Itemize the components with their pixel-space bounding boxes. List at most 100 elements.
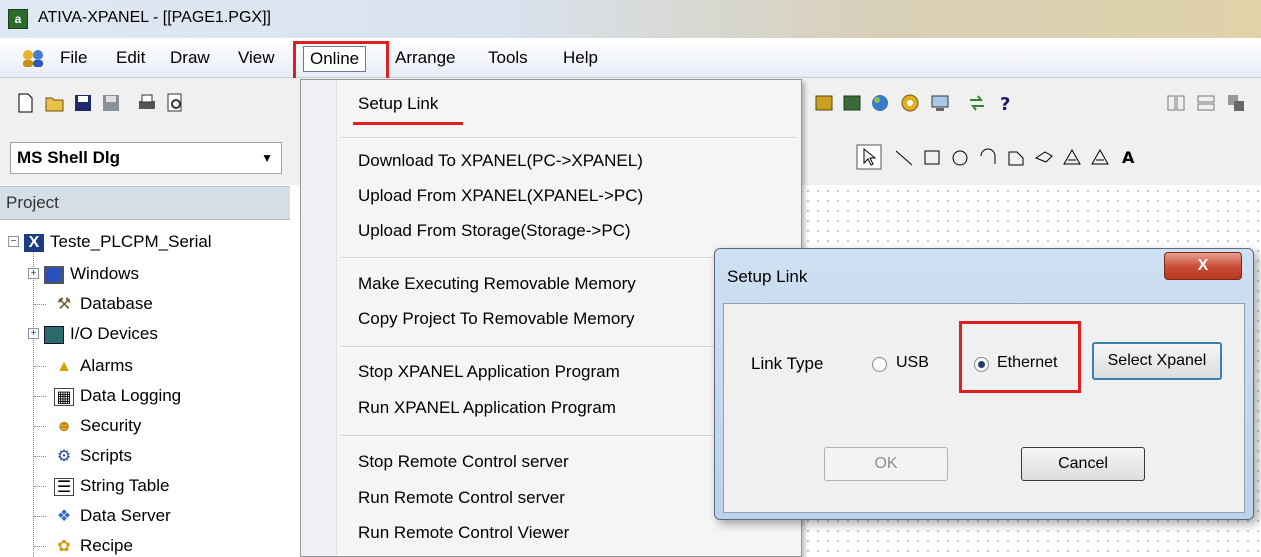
tree-item-string-table[interactable]: ☰ String Table	[54, 472, 169, 500]
select-xpanel-button[interactable]: Select Xpanel	[1092, 342, 1222, 380]
polygon-tool-icon[interactable]	[1005, 146, 1027, 168]
tree-item-label: Data Logging	[80, 386, 182, 405]
collapse-root-icon[interactable]: −	[8, 236, 19, 247]
tree-item-label: Alarms	[80, 356, 133, 375]
close-icon[interactable]: X	[1164, 252, 1242, 280]
open-folder-icon[interactable]	[44, 92, 66, 114]
usb-radio-label[interactable]: USB	[896, 354, 929, 372]
menu-online[interactable]: Online	[303, 46, 367, 72]
tree-item-label: Data Server	[80, 506, 171, 525]
font-name-select[interactable]: MS Shell Dlg ▼	[10, 142, 282, 174]
expand-io-devices-icon[interactable]: +	[28, 328, 39, 339]
string-table-icon: ☰	[54, 477, 74, 496]
chevron-down-icon[interactable]: ▼	[261, 143, 273, 173]
data-logging-icon: ▦	[54, 387, 74, 406]
menu-draw[interactable]: Draw	[164, 46, 216, 72]
menu-arrange[interactable]: Arrange	[389, 46, 461, 72]
io-device-icon	[44, 325, 64, 344]
setup-link-underline	[353, 122, 463, 125]
menu-item-upload-xpanel[interactable]: Upload From XPANEL(XPANEL->PC)	[358, 186, 643, 206]
ethernet-radio-label[interactable]: Ethernet	[997, 354, 1057, 372]
align-icon[interactable]	[1165, 92, 1187, 114]
arc-tool-icon[interactable]	[977, 146, 999, 168]
menu-item-run-app[interactable]: Run XPANEL Application Program	[358, 398, 616, 418]
tag-icon[interactable]	[813, 92, 835, 114]
ok-button[interactable]: OK	[824, 447, 948, 481]
user-icon: ☻	[55, 417, 73, 435]
tree-item-label: String Table	[80, 476, 170, 495]
menu-item-make-removable[interactable]: Make Executing Removable Memory	[358, 274, 636, 294]
app-icon: a	[8, 9, 28, 29]
window-title: ATIVA-XPANEL - [[PAGE1.PGX]]	[38, 9, 271, 26]
tree-item-label: Scripts	[80, 446, 132, 465]
menu-item-copy-removable[interactable]: Copy Project To Removable Memory	[358, 309, 635, 329]
tree-item-label: Database	[80, 294, 153, 313]
settings-icon[interactable]	[899, 92, 921, 114]
menu-view[interactable]: View	[232, 46, 281, 72]
tree-item-security[interactable]: ☻ Security	[54, 412, 142, 440]
monitor-icon[interactable]	[929, 92, 951, 114]
tree-item-data-server[interactable]: ❖ Data Server	[54, 502, 171, 530]
tree-item-database[interactable]: ⚒ Database	[54, 290, 153, 318]
menu-item-stop-remote-server[interactable]: Stop Remote Control server	[358, 452, 569, 472]
menu-item-upload-storage[interactable]: Upload From Storage(Storage->PC)	[358, 221, 631, 241]
project-tree[interactable]: − X Teste_PLCPM_Serial + Windows ⚒ Databas…	[0, 220, 300, 557]
help-icon[interactable]: ?	[994, 92, 1016, 114]
transfer-icon[interactable]	[966, 92, 988, 114]
users-icon[interactable]	[20, 48, 46, 68]
tree-root[interactable]: X Teste_PLCPM_Serial	[24, 228, 212, 256]
svg-text:A: A	[1122, 148, 1135, 167]
expand-windows-icon[interactable]: +	[28, 268, 39, 279]
recipe-icon: ✿	[57, 537, 71, 555]
save-icon[interactable]	[72, 92, 94, 114]
tree-item-label: Security	[80, 416, 142, 435]
polyline-tool-icon[interactable]	[1033, 146, 1055, 168]
ethernet-radio[interactable]	[974, 357, 989, 372]
menu-item-setup-link[interactable]: Setup Link	[358, 94, 438, 114]
line-tool-icon[interactable]	[893, 146, 915, 168]
dialog-body: Link Type USB Ethernet Select Xpanel OK …	[723, 303, 1245, 513]
book-icon[interactable]	[841, 92, 863, 114]
tree-root-label: Teste_PLCPM_Serial	[50, 232, 212, 251]
print-icon[interactable]	[136, 92, 158, 114]
save-all-icon[interactable]	[100, 92, 122, 114]
tree-item-data-logging[interactable]: ▦ Data Logging	[54, 382, 181, 410]
tree-item-recipe[interactable]: ✿ Recipe	[54, 532, 133, 557]
cancel-button[interactable]: Cancel	[1021, 447, 1145, 481]
select-pointer-icon[interactable]	[856, 144, 882, 170]
tree-item-alarms[interactable]: ▲ Alarms	[54, 352, 133, 380]
setup-link-dialog: Setup Link X Link Type USB Ethernet Sele…	[714, 248, 1254, 520]
font-name-value: MS Shell Dlg	[17, 148, 120, 167]
menu-tools[interactable]: Tools	[482, 46, 534, 72]
menu-item-run-remote-server[interactable]: Run Remote Control server	[358, 488, 565, 508]
title-bar: a ATIVA-XPANEL - [[PAGE1.PGX]]	[0, 0, 1261, 38]
menu-item-download[interactable]: Download To XPANEL(PC->XPANEL)	[358, 151, 643, 171]
group-icon[interactable]	[1225, 92, 1247, 114]
symbol-tool-icon[interactable]	[1089, 146, 1111, 168]
tree-item-io-devices[interactable]: I/O Devices	[44, 320, 158, 348]
new-file-icon[interactable]	[14, 92, 36, 114]
usb-radio[interactable]	[872, 357, 887, 372]
dialog-title: Setup Link	[727, 267, 808, 286]
distribute-icon[interactable]	[1195, 92, 1217, 114]
text-tool-icon[interactable]: A	[1117, 146, 1139, 168]
scripts-icon: ⚙	[56, 447, 72, 465]
tree-item-label: I/O Devices	[70, 324, 158, 343]
ellipse-tool-icon[interactable]	[949, 146, 971, 168]
data-server-icon: ❖	[56, 507, 72, 525]
tree-item-label: Recipe	[80, 536, 133, 555]
menu-item-stop-app[interactable]: Stop XPANEL Application Program	[358, 362, 620, 382]
project-panel-header: Project	[0, 186, 290, 220]
print-preview-icon[interactable]	[164, 92, 186, 114]
tree-item-scripts[interactable]: ⚙ Scripts	[54, 442, 132, 470]
menu-edit[interactable]: Edit	[110, 46, 151, 72]
alarm-bell-icon: ▲	[56, 357, 72, 375]
menu-file[interactable]: File	[54, 46, 93, 72]
network-icon[interactable]	[869, 92, 891, 114]
menu-item-run-remote-viewer[interactable]: Run Remote Control Viewer	[358, 523, 569, 543]
rectangle-tool-icon[interactable]	[921, 146, 943, 168]
bitmap-tool-icon[interactable]	[1061, 146, 1083, 168]
tree-item-windows[interactable]: Windows	[44, 260, 139, 288]
menu-help[interactable]: Help	[557, 46, 604, 72]
database-icon: ⚒	[56, 295, 72, 313]
